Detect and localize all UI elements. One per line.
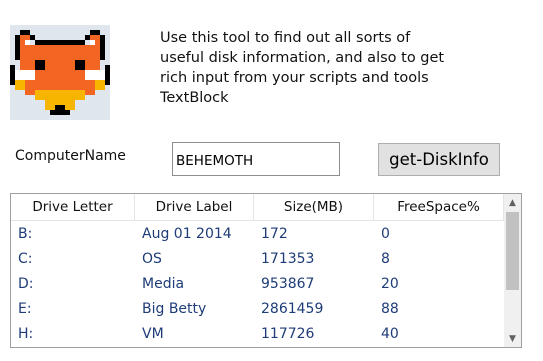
description-line: TextBlock <box>160 90 229 106</box>
cell-drive-letter: E: <box>18 301 32 318</box>
column-header-size[interactable]: Size(MB) <box>254 194 374 220</box>
disk-info-grid[interactable]: Drive Letter Drive Label Size(MB) FreeSp… <box>10 193 522 348</box>
cell-drive-letter: B: <box>18 225 33 242</box>
cell-size: 171353 <box>261 250 315 267</box>
description-text: Use this tool to find out all sorts of u… <box>160 28 460 108</box>
cell-drive-letter: C: <box>18 250 33 267</box>
cell-drive-label: OS <box>142 250 162 267</box>
cell-drive-label: Media <box>142 275 185 292</box>
table-row[interactable]: E: Big Betty 2861459 88 <box>11 297 504 322</box>
cell-freespace: 40 <box>381 326 399 343</box>
cell-drive-label: Big Betty <box>142 301 207 318</box>
cell-freespace: 0 <box>381 225 390 242</box>
cell-drive-letter: H: <box>18 326 34 343</box>
vertical-scrollbar[interactable]: ▲ ▼ <box>504 194 521 347</box>
cell-size: 117726 <box>261 326 315 343</box>
get-diskinfo-button[interactable]: get-DiskInfo <box>378 143 500 176</box>
table-row[interactable]: C: OS 171353 8 <box>11 246 504 271</box>
cell-drive-label: VM <box>142 326 164 343</box>
grid-header: Drive Letter Drive Label Size(MB) FreeSp… <box>11 194 504 221</box>
cell-drive-letter: D: <box>18 275 34 292</box>
scroll-up-arrow-icon[interactable]: ▲ <box>504 194 521 211</box>
column-header-drive-letter[interactable]: Drive Letter <box>11 194 135 220</box>
cell-freespace: 8 <box>381 250 390 267</box>
description-line: rich input from your scripts and tools <box>160 70 429 86</box>
cell-size: 2861459 <box>261 301 324 318</box>
description-line: Use this tool to find out all sorts of <box>160 30 411 46</box>
fox-logo-icon <box>10 25 110 120</box>
description-line: useful disk information, and also to get <box>160 50 445 66</box>
column-header-drive-label[interactable]: Drive Label <box>135 194 254 220</box>
table-row[interactable]: D: Media 953867 20 <box>11 271 504 296</box>
table-row[interactable]: H: VM 117726 40 <box>11 322 504 347</box>
scrollbar-thumb[interactable] <box>506 212 519 290</box>
cell-drive-label: Aug 01 2014 <box>142 225 232 242</box>
computer-name-label: ComputerName <box>15 148 126 164</box>
column-header-freespace[interactable]: FreeSpace% <box>374 194 504 220</box>
cell-size: 953867 <box>261 275 315 292</box>
computer-name-input[interactable] <box>172 142 340 176</box>
cell-freespace: 88 <box>381 301 399 318</box>
grid-rows: B: Aug 01 2014 172 0 C: OS 171353 8 D: M… <box>11 221 504 347</box>
cell-size: 172 <box>261 225 288 242</box>
table-row[interactable]: B: Aug 01 2014 172 0 <box>11 221 504 246</box>
cell-freespace: 20 <box>381 275 399 292</box>
scroll-down-arrow-icon[interactable]: ▼ <box>504 330 521 347</box>
